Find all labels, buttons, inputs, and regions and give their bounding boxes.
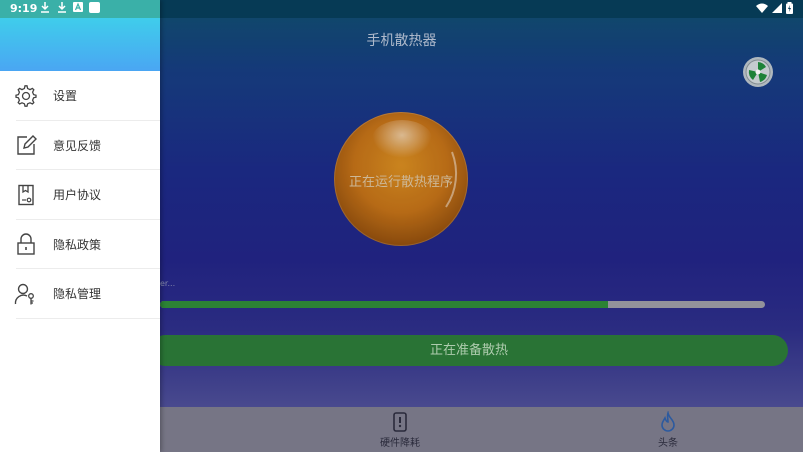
edit-icon bbox=[14, 133, 38, 157]
menu-item-user-agreement[interactable]: 用户协议 bbox=[0, 170, 160, 220]
menu-item-privacy-policy[interactable]: 隐私政策 bbox=[0, 220, 160, 270]
gear-icon bbox=[14, 84, 38, 108]
square-icon bbox=[89, 2, 100, 13]
menu-label-user-agreement: 用户协议 bbox=[53, 188, 102, 203]
status-time: 9:19 bbox=[10, 2, 38, 15]
menu-item-settings[interactable]: 设置 bbox=[0, 71, 160, 121]
drawer-menu: 设置 意见反馈 用户协议 隐私政策 隐私管理 bbox=[0, 71, 160, 319]
download-icon bbox=[41, 2, 49, 13]
document-icon bbox=[14, 183, 38, 207]
lock-icon bbox=[14, 232, 38, 256]
menu-label-feedback: 意见反馈 bbox=[53, 138, 102, 153]
signal-icon bbox=[772, 3, 782, 13]
user-key-icon bbox=[14, 282, 38, 306]
menu-label-settings: 设置 bbox=[53, 89, 78, 104]
a-icon bbox=[73, 2, 83, 12]
menu-label-privacy-policy: 隐私政策 bbox=[53, 237, 102, 252]
menu-item-feedback[interactable]: 意见反馈 bbox=[0, 121, 160, 171]
drawer-scrim[interactable] bbox=[160, 18, 803, 452]
drawer-status-bar: 9:19 bbox=[0, 0, 160, 18]
menu-item-privacy-management[interactable]: 隐私管理 bbox=[0, 269, 160, 319]
navigation-drawer: 9:19 设置 意见反馈 用户协议 隐私政策 隐私管理 bbox=[0, 0, 160, 452]
drawer-header bbox=[0, 18, 160, 71]
download-icon bbox=[58, 2, 66, 13]
status-right-icons bbox=[756, 2, 793, 14]
menu-label-privacy-management: 隐私管理 bbox=[53, 287, 102, 302]
wifi-icon bbox=[756, 3, 768, 13]
battery-icon bbox=[786, 2, 793, 14]
